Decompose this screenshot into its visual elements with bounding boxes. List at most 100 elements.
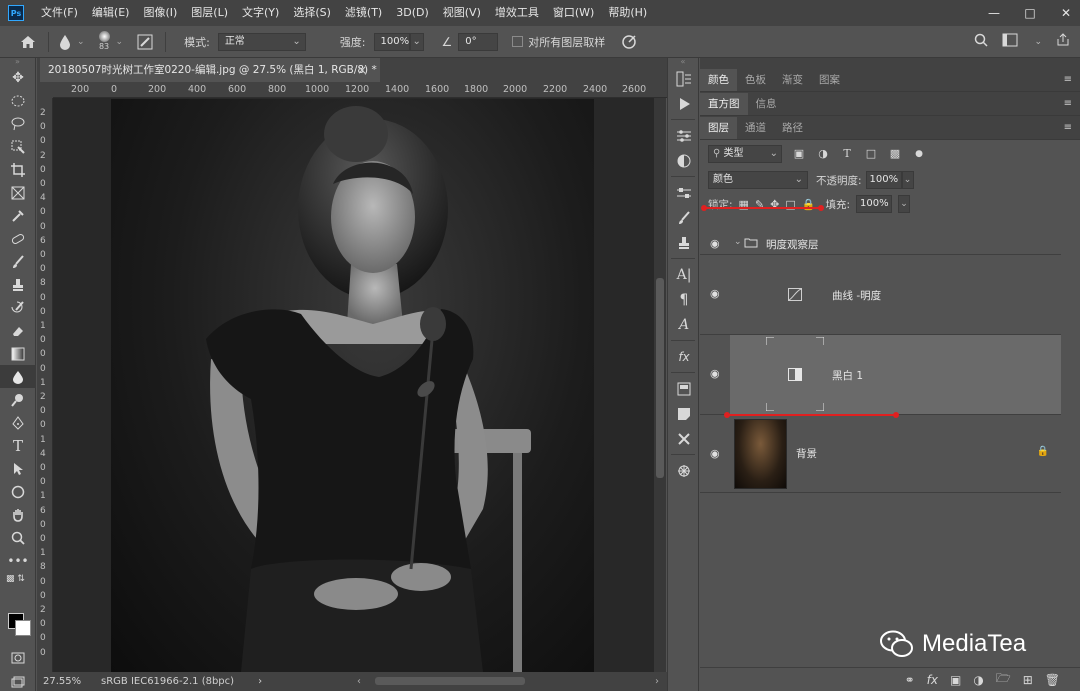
paragraph-panel-icon[interactable]: ¶ (668, 287, 700, 312)
layer-styles-panel-icon[interactable]: fx (668, 344, 700, 369)
layer-row[interactable]: ◉ 曲线 -明度 (700, 255, 1061, 335)
vertical-scrollbar[interactable] (654, 98, 666, 672)
panel-menu-icon[interactable]: ≡ (1064, 122, 1072, 133)
menu-select[interactable]: 选择(S) (286, 0, 338, 26)
new-group-icon[interactable]: 🗁 (996, 669, 1011, 690)
dodge-tool-icon[interactable] (0, 388, 36, 411)
chevron-down-icon[interactable]: ⌄ (1034, 37, 1042, 47)
opacity-dropdown[interactable]: ⌄ (901, 171, 914, 189)
shape-filter-icon[interactable]: □ (864, 147, 878, 161)
screen-mode-icon[interactable] (0, 670, 36, 691)
history-panel-icon[interactable] (668, 66, 700, 91)
document-image[interactable] (111, 99, 594, 672)
scroll-right-icon[interactable]: › (655, 676, 659, 687)
brush-settings-panel-icon[interactable] (668, 180, 700, 205)
toolbar-grip[interactable]: » (0, 58, 35, 66)
move-tool-icon[interactable]: ✥ (0, 66, 36, 89)
hand-tool-icon[interactable] (0, 503, 36, 526)
brushes-panel-icon[interactable] (668, 205, 700, 230)
tab-swatches[interactable]: 色板 (737, 69, 774, 91)
add-layer-style-icon[interactable]: fx (927, 673, 938, 687)
menu-file[interactable]: 文件(F) (34, 0, 85, 26)
visibility-eye-icon[interactable]: ◉ (710, 287, 720, 300)
panel-menu-icon[interactable]: ≡ (1064, 74, 1072, 85)
glyphs-panel-icon[interactable]: A (668, 312, 700, 337)
menu-filter[interactable]: 滤镜(T) (338, 0, 389, 26)
path-selection-tool-icon[interactable] (0, 457, 36, 480)
restore-icon[interactable]: □ (1022, 6, 1038, 20)
angle-input[interactable]: 0° (458, 32, 499, 51)
actions-panel-icon[interactable] (668, 91, 700, 116)
blend-mode-select[interactable]: 颜色 ⌄ (708, 171, 808, 189)
menu-window[interactable]: 窗口(W) (546, 0, 601, 26)
background-color-swatch[interactable] (15, 620, 31, 636)
ellipse-tool-icon[interactable] (0, 480, 36, 503)
status-menu-icon[interactable]: › (258, 676, 262, 687)
layer-row[interactable]: ◉ 黑白 1 (700, 335, 1061, 415)
tab-color[interactable]: 颜色 (700, 69, 737, 91)
smart-object-filter-icon[interactable]: ▩ (888, 147, 902, 161)
styles-panel-icon[interactable] (668, 148, 700, 173)
libraries-panel-icon[interactable] (668, 376, 700, 401)
eyedropper-tool-icon[interactable] (0, 204, 36, 227)
tab-histogram[interactable]: 直方图 (700, 93, 748, 115)
chevron-down-icon[interactable]: ⌄ (734, 237, 742, 247)
link-layers-icon[interactable]: ⚭ (905, 673, 915, 687)
search-icon[interactable] (974, 33, 988, 50)
pressure-icon[interactable] (621, 34, 637, 50)
visibility-eye-icon[interactable]: ◉ (710, 367, 720, 380)
dock-grip[interactable]: « (668, 58, 698, 66)
tab-info[interactable]: 信息 (748, 93, 785, 115)
close-icon[interactable]: ✕ (1058, 6, 1074, 20)
menu-view[interactable]: 视图(V) (436, 0, 488, 26)
tool-presets-panel-icon[interactable] (668, 426, 700, 451)
eraser-tool-icon[interactable] (0, 319, 36, 342)
menu-help[interactable]: 帮助(H) (601, 0, 654, 26)
quick-mask-icon[interactable] (0, 646, 36, 669)
panel-grip[interactable] (700, 58, 1080, 68)
menu-edit[interactable]: 编辑(E) (85, 0, 137, 26)
marquee-tool-icon[interactable] (0, 89, 36, 112)
lasso-tool-icon[interactable] (0, 112, 36, 135)
type-filter-icon[interactable]: T (840, 147, 854, 161)
new-layer-icon[interactable]: ⊞ (1023, 673, 1033, 687)
tab-gradients[interactable]: 渐变 (774, 69, 811, 91)
tab-layers[interactable]: 图层 (700, 117, 737, 139)
close-tab-icon[interactable]: × (357, 58, 367, 82)
scroll-thumb[interactable] (656, 278, 664, 478)
blur-tool-icon[interactable] (0, 365, 36, 388)
home-icon[interactable] (20, 35, 36, 49)
photoshop-logo-icon[interactable]: Ps (8, 5, 24, 21)
adjustment-filter-icon[interactable]: ◑ (816, 147, 830, 161)
menu-layer[interactable]: 图层(L) (184, 0, 235, 26)
3d-panel-icon[interactable] (668, 458, 700, 483)
tab-paths[interactable]: 路径 (774, 117, 811, 139)
horizontal-scroll-thumb[interactable] (375, 677, 525, 685)
document-tab[interactable]: 20180507时光树工作室0220-编辑.jpg @ 27.5% (黑白 1,… (40, 58, 380, 82)
filter-toggle-icon[interactable]: ● (912, 147, 926, 161)
more-tools-icon[interactable]: ••• (0, 549, 36, 572)
strength-dropdown[interactable]: ⌄ (409, 32, 424, 51)
clone-source-panel-icon[interactable] (668, 230, 700, 255)
new-adjustment-layer-icon[interactable]: ◑ (973, 673, 983, 687)
visibility-eye-icon[interactable]: ◉ (710, 237, 720, 250)
blur-tool-icon[interactable]: ⌄ (59, 34, 85, 50)
tab-channels[interactable]: 通道 (737, 117, 774, 139)
scroll-left-icon[interactable]: ‹ (357, 676, 361, 687)
delete-layer-icon[interactable]: 🗑 (1045, 673, 1060, 687)
layer-row[interactable]: ◉ ⌄ 明度观察层 (700, 233, 1061, 255)
adjustments-panel-icon[interactable] (668, 123, 700, 148)
fill-dropdown[interactable]: ⌄ (898, 195, 911, 213)
menu-type[interactable]: 文字(Y) (235, 0, 286, 26)
layer-kind-filter[interactable]: ⚲ 类型 ⌄ (708, 145, 782, 163)
gradient-tool-icon[interactable] (0, 342, 36, 365)
visibility-eye-icon[interactable]: ◉ (710, 447, 720, 460)
brush-tool-icon[interactable] (0, 250, 36, 273)
pixel-filter-icon[interactable]: ▣ (792, 147, 806, 161)
layer-row[interactable]: ◉ 背景 🔒 (700, 415, 1061, 493)
workspace-icon[interactable] (1002, 33, 1020, 50)
tab-patterns[interactable]: 图案 (811, 69, 848, 91)
opacity-input[interactable]: 100% (865, 171, 902, 189)
sample-all-layers-checkbox[interactable] (512, 36, 524, 47)
brush-preset-picker[interactable]: 83 (98, 31, 110, 52)
